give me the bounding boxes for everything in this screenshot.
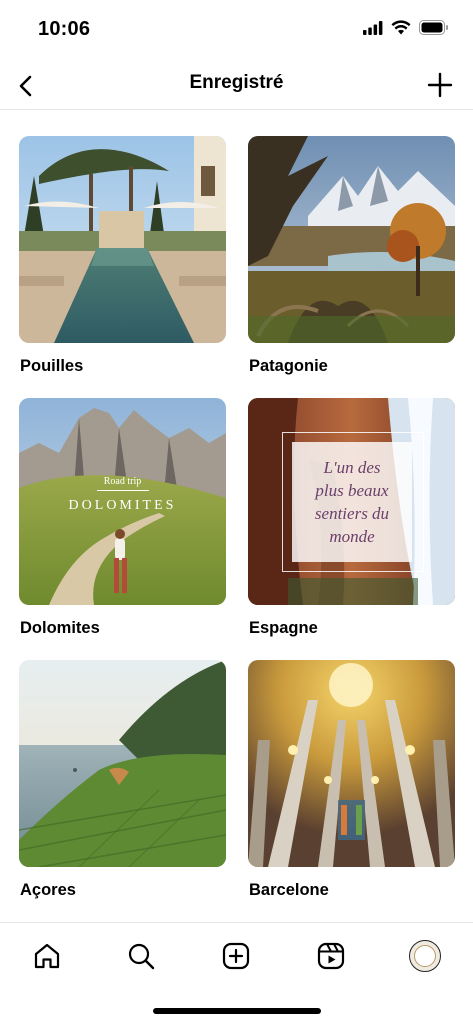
collection-thumbnail: Road trip DOLOMITES [19, 398, 226, 605]
collection-card[interactable]: Pouilles [19, 136, 226, 375]
collection-card[interactable]: L'un des plus beaux sentiers du monde Es… [248, 398, 455, 637]
battery-icon [419, 20, 449, 40]
collection-card[interactable]: Açores [19, 660, 226, 899]
status-icons [363, 20, 449, 40]
collection-name: Patagonie [249, 357, 328, 375]
collection-card[interactable]: Patagonie [248, 136, 455, 375]
home-indicator [153, 1008, 321, 1014]
tab-create[interactable] [213, 933, 259, 979]
tab-profile[interactable] [402, 933, 448, 979]
status-time: 10:06 [38, 18, 91, 40]
quote-line: L'un des [323, 458, 381, 477]
collection-name: Pouilles [20, 357, 84, 375]
quote-card: L'un des plus beaux sentiers du monde [292, 442, 412, 562]
collection-thumbnail [19, 136, 226, 343]
tab-home[interactable] [24, 933, 70, 979]
quote-line: plus beaux [315, 481, 389, 500]
quote-line: sentiers du [314, 504, 390, 523]
thumbnail-overlay-divider [97, 490, 149, 491]
page-title: Enregistré [189, 72, 284, 93]
collection-thumbnail [248, 660, 455, 867]
wifi-icon [391, 20, 411, 40]
quote-line: monde [329, 527, 375, 546]
collection-card[interactable]: Road trip DOLOMITES Dolomites [19, 398, 226, 637]
create-icon [222, 942, 250, 970]
bottom-tab-bar [0, 922, 473, 1023]
plus-icon [427, 72, 453, 98]
profile-avatar [409, 940, 441, 972]
tab-reels[interactable] [308, 933, 354, 979]
tab-search[interactable] [118, 933, 164, 979]
thumbnail-overlay-subtitle: Road trip [103, 476, 142, 487]
collection-name: Dolomites [20, 619, 100, 637]
home-icon [34, 943, 60, 969]
navigation-bar: Enregistré [0, 60, 473, 110]
collection-name: Barcelone [249, 881, 329, 899]
status-bar: 10:06 [0, 0, 473, 60]
search-icon [128, 943, 155, 970]
collection-thumbnail: L'un des plus beaux sentiers du monde [248, 398, 455, 605]
add-collection-button[interactable] [421, 66, 459, 104]
collection-thumbnail [19, 660, 226, 867]
collection-thumbnail [248, 136, 455, 343]
collection-name: Açores [20, 881, 76, 899]
cellular-signal-icon [363, 20, 383, 40]
collection-card[interactable]: Barcelone [248, 660, 455, 899]
thumbnail-overlay-title: DOLOMITES [68, 498, 177, 513]
reels-icon [317, 942, 345, 970]
collection-name: Espagne [249, 619, 318, 637]
